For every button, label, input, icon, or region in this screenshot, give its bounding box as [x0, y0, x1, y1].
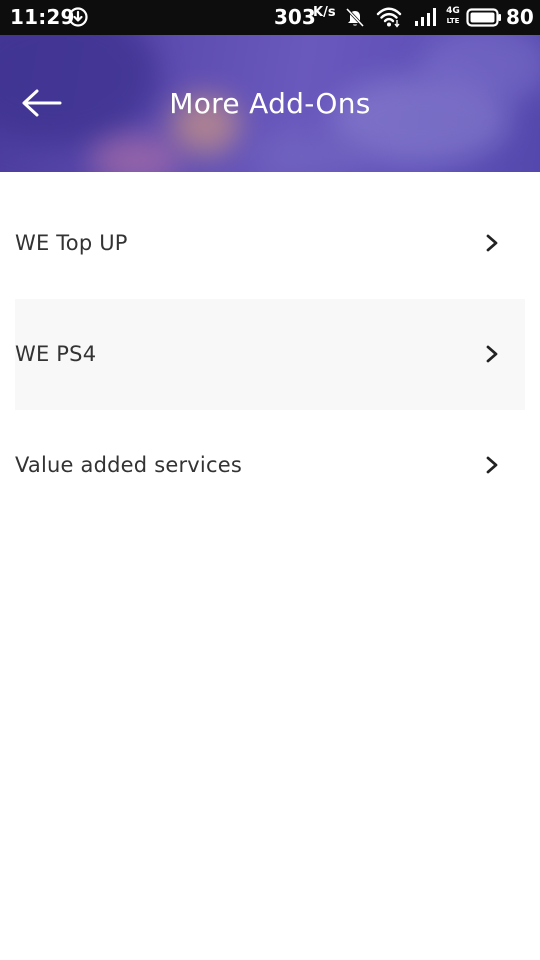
status-time: 11:29: [10, 5, 75, 29]
list-item-label: WE Top UP: [15, 231, 128, 255]
download-icon: [68, 7, 88, 27]
signal-icon: [415, 8, 436, 26]
header-bg-shape: [250, 135, 370, 172]
network-type: 4G LTE: [445, 6, 461, 26]
list-item-we-ps4[interactable]: WE PS4: [15, 299, 525, 410]
battery-icon: [466, 8, 501, 27]
list-item-label: Value added services: [15, 453, 242, 477]
bell-muted-icon: [345, 7, 365, 28]
list-item-we-top-up[interactable]: WE Top UP: [15, 188, 525, 299]
wifi-icon: [376, 7, 402, 28]
network-type-top: 4G: [446, 6, 460, 16]
network-speed-value: 303: [274, 5, 316, 29]
list-item-value-added-services[interactable]: Value added services: [15, 410, 525, 521]
chevron-right-icon: [486, 456, 498, 474]
list-item-label: WE PS4: [15, 342, 97, 366]
page-title: More Add-Ons: [169, 87, 371, 120]
chevron-right-icon: [486, 234, 498, 252]
network-type-bottom: LTE: [446, 17, 460, 25]
header-banner: More Add-Ons: [0, 35, 540, 172]
header-bg-shape: [90, 135, 180, 172]
chevron-right-icon: [486, 345, 498, 363]
status-bar: 11:29 303 K/s 4G LTE 80: [0, 0, 540, 35]
network-speed-unit: K/s: [313, 5, 336, 20]
battery-level: 80: [506, 5, 534, 29]
addons-list: WE Top UP WE PS4 Value added services: [15, 188, 525, 521]
